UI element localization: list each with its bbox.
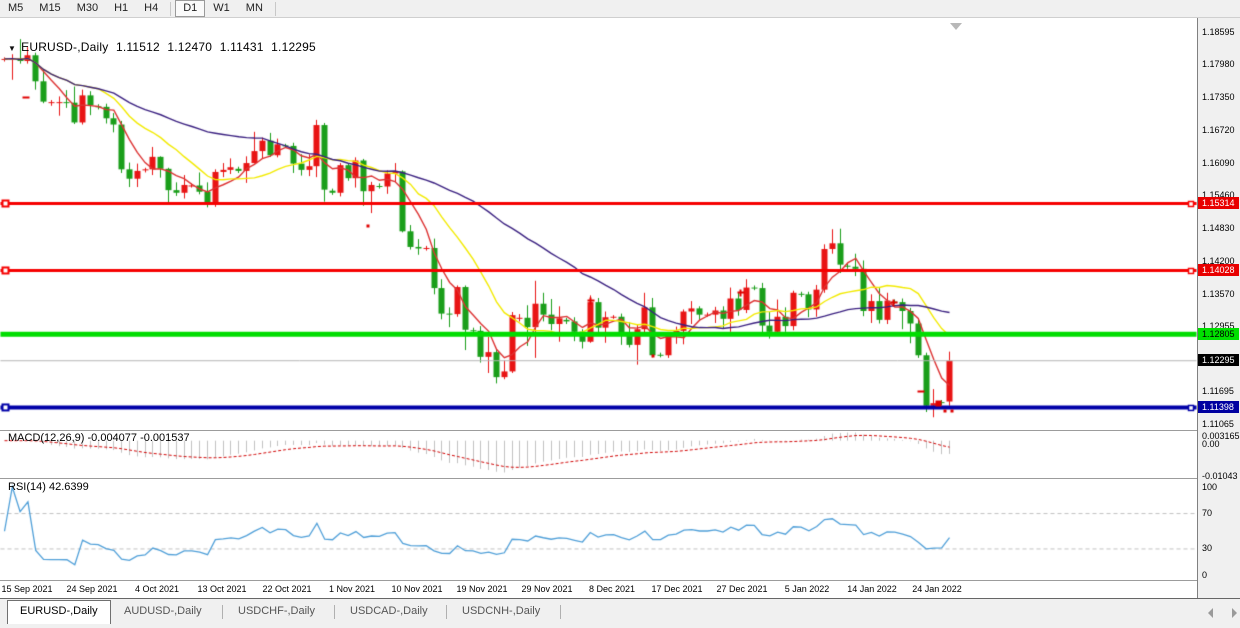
price-axis-label: 1.18595	[1202, 27, 1235, 37]
chart-window: ▼ EURUSD-,Daily 1.11512 1.12470 1.11431 1…	[0, 18, 1240, 598]
price-badge-resistance-1: 1.15314	[1198, 197, 1239, 209]
timeframe-h1[interactable]: H1	[106, 0, 136, 17]
date-axis-label: 27 Dec 2021	[716, 584, 767, 594]
date-axis-label: 24 Sep 2021	[66, 584, 117, 594]
date-axis-label: 17 Dec 2021	[651, 584, 702, 594]
quote-close: 1.12295	[271, 40, 316, 54]
tab-scroll-left-icon[interactable]	[1208, 608, 1213, 618]
timeframe-toolbar: M5 M15 M30 H1 H4 D1 W1 MN	[0, 0, 1240, 18]
date-axis-label: 22 Oct 2021	[262, 584, 311, 594]
timeframe-w1[interactable]: W1	[205, 0, 238, 17]
date-axis-label: 13 Oct 2021	[197, 584, 246, 594]
price-axis[interactable]: 1.185951.179801.173501.167201.160901.154…	[1198, 18, 1240, 598]
price-chart-canvas[interactable]	[0, 18, 1197, 598]
date-axis-label: 10 Nov 2021	[391, 584, 442, 594]
quote-low: 1.11431	[220, 40, 264, 54]
rsi-value: 42.6399	[49, 481, 89, 493]
timeframe-m5[interactable]: M5	[0, 0, 31, 17]
toolbar-separator	[170, 2, 171, 16]
tab-audusd-daily[interactable]: AUDUSD-,Daily	[112, 601, 214, 623]
timeframe-m15[interactable]: M15	[31, 0, 68, 17]
chevron-down-icon[interactable]: ▼	[8, 44, 16, 53]
date-axis-label: 19 Nov 2021	[456, 584, 507, 594]
date-axis-label: 29 Nov 2021	[521, 584, 572, 594]
macd-signal-value: -0.001537	[140, 432, 190, 444]
toolbar-separator	[275, 2, 276, 16]
macd-scale-label: 0.00	[1202, 439, 1220, 449]
chart-title: ▼ EURUSD-,Daily 1.11512 1.12470 1.11431 1…	[8, 40, 320, 54]
price-badge-current-bid: 1.12295	[1198, 354, 1239, 366]
price-badge-support-blue: 1.11398	[1198, 401, 1239, 413]
macd-indicator-label: MACD(12,26,9) -0.004077 -0.001537	[8, 432, 190, 444]
price-axis-label: 1.13570	[1202, 289, 1235, 299]
tab-scroll-right-icon[interactable]	[1232, 608, 1237, 618]
price-axis-label: 1.17350	[1202, 92, 1235, 102]
rsi-scale-label: 100	[1202, 482, 1217, 492]
rsi-scale-label: 70	[1202, 508, 1212, 518]
date-axis-label: 8 Dec 2021	[589, 584, 635, 594]
price-axis-label: 1.17980	[1202, 59, 1235, 69]
date-axis-label: 15 Sep 2021	[1, 584, 52, 594]
date-axis-label: 14 Jan 2022	[847, 584, 897, 594]
timeframe-h4[interactable]: H4	[136, 0, 166, 17]
price-axis-label: 1.11065	[1202, 419, 1234, 429]
tab-eurusd-daily[interactable]: EURUSD-,Daily	[7, 600, 111, 624]
date-axis-label: 24 Jan 2022	[912, 584, 962, 594]
macd-scale-label: -0.01043	[1202, 471, 1238, 481]
mt4-window: M5 M15 M30 H1 H4 D1 W1 MN ▼ EURUSD-,Daily…	[0, 0, 1240, 628]
rsi-scale-label: 0	[1202, 570, 1207, 580]
timeframe-d1[interactable]: D1	[175, 0, 205, 17]
quote-open: 1.11512	[116, 40, 160, 54]
timeframe-m30[interactable]: M30	[69, 0, 106, 17]
panel-separator-macd[interactable]	[0, 430, 1240, 431]
date-axis-label: 5 Jan 2022	[785, 584, 830, 594]
chart-symbol-period: EURUSD-,Daily	[21, 40, 108, 54]
date-axis[interactable]: 15 Sep 2021 24 Sep 2021 4 Oct 2021 13 Oct 2…	[0, 581, 1197, 598]
rsi-indicator-label: RSI(14) 42.6399	[8, 481, 89, 493]
tab-usdcnh-daily[interactable]: USDCNH-,Daily	[450, 601, 552, 623]
price-badge-support-green: 1.12805	[1198, 328, 1239, 340]
quote-high: 1.12470	[167, 40, 212, 54]
tab-divider	[446, 605, 447, 619]
tab-divider	[222, 605, 223, 619]
panel-separator-rsi[interactable]	[0, 478, 1240, 479]
date-axis-label: 4 Oct 2021	[135, 584, 179, 594]
tab-divider	[560, 605, 561, 619]
price-axis-label: 1.16720	[1202, 125, 1235, 135]
price-badge-resistance-2: 1.14028	[1198, 264, 1239, 276]
tab-divider	[334, 605, 335, 619]
price-axis-label: 1.14830	[1202, 223, 1235, 233]
price-axis-label: 1.11695	[1202, 386, 1234, 396]
tab-usdchf-daily[interactable]: USDCHF-,Daily	[226, 601, 327, 623]
chart-tab-bar: EURUSD-,Daily AUDUSD-,Daily USDCHF-,Dail…	[0, 598, 1240, 628]
tab-usdcad-daily[interactable]: USDCAD-,Daily	[338, 601, 440, 623]
price-axis-divider	[1197, 18, 1198, 598]
price-axis-label: 1.16090	[1202, 158, 1235, 168]
date-axis-label: 1 Nov 2021	[329, 584, 375, 594]
macd-main-value: -0.004077	[87, 432, 137, 444]
timeframe-mn[interactable]: MN	[238, 0, 271, 17]
rsi-scale-label: 30	[1202, 543, 1212, 553]
chart-shift-marker-icon[interactable]	[950, 23, 962, 30]
